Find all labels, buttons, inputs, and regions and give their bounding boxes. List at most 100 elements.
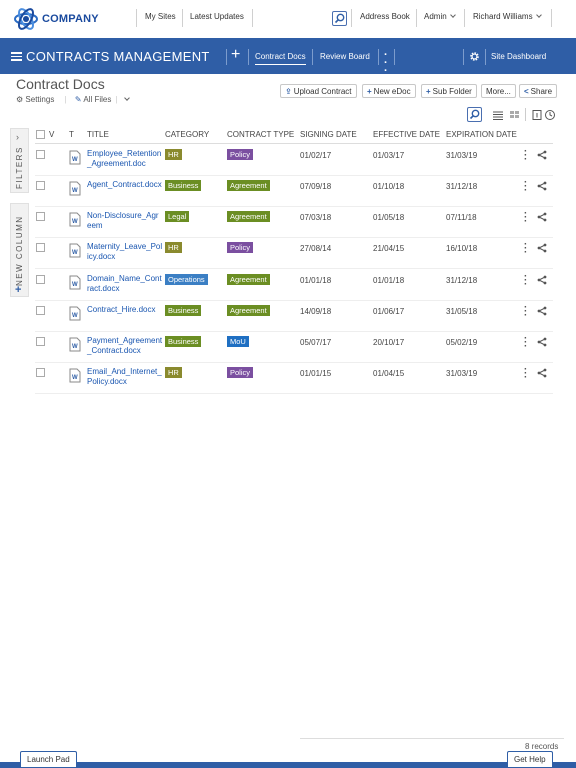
- sub-folder-button[interactable]: + Sub Folder: [421, 84, 477, 98]
- table-row[interactable]: W Agent_Contract.docx Business Agreement…: [35, 176, 553, 207]
- admin-menu[interactable]: Admin: [424, 12, 456, 21]
- column-header-category[interactable]: CATEGORY: [165, 130, 209, 139]
- row-checkbox[interactable]: [36, 337, 45, 346]
- gear-icon[interactable]: [469, 51, 480, 62]
- global-search-button[interactable]: [332, 11, 347, 26]
- top-header: COMPANY My Sites Latest Updates Address …: [0, 0, 576, 37]
- share-icon[interactable]: [537, 368, 547, 378]
- share-icon[interactable]: [537, 181, 547, 191]
- view-label: All Files: [83, 95, 112, 104]
- row-menu-icon[interactable]: · · ·: [524, 178, 528, 196]
- nav-latest-updates[interactable]: Latest Updates: [190, 12, 244, 21]
- view-selector[interactable]: ✎ All Files |: [75, 95, 131, 104]
- table-row[interactable]: W Domain_Name_Contract.docx Operations A…: [35, 270, 553, 301]
- row-checkbox[interactable]: [36, 243, 45, 252]
- row-checkbox[interactable]: [36, 275, 45, 284]
- share-icon[interactable]: [537, 306, 547, 316]
- document-title-link[interactable]: Payment_Agreement_Contract.docx: [87, 336, 163, 356]
- signing-date: 27/08/14: [300, 244, 332, 253]
- new-column-toggle[interactable]: NEW COLUMN +: [10, 203, 29, 297]
- document-title-link[interactable]: Maternity_Leave_Policy.docx: [87, 242, 163, 262]
- row-checkbox[interactable]: [36, 368, 45, 377]
- row-checkbox[interactable]: [36, 306, 45, 315]
- list-search-button[interactable]: [467, 107, 482, 122]
- add-icon[interactable]: +: [231, 47, 240, 63]
- expiration-date: 31/05/18: [446, 307, 478, 316]
- row-menu-icon[interactable]: · · ·: [524, 365, 528, 383]
- share-button[interactable]: < Share: [519, 84, 558, 98]
- new-edoc-button[interactable]: + New eDoc: [362, 84, 416, 98]
- effective-date: 01/04/15: [373, 369, 405, 378]
- contract-type-badge: Agreement: [227, 274, 270, 285]
- share-icon[interactable]: [537, 243, 547, 253]
- column-header-effective-date[interactable]: EFFECTIVE DATE: [373, 130, 440, 139]
- divider: [248, 49, 249, 65]
- column-header-title[interactable]: TITLE: [87, 130, 109, 139]
- table-row[interactable]: W Maternity_Leave_Policy.docx HR Policy …: [35, 238, 553, 269]
- admin-label: Admin: [424, 12, 447, 21]
- menu-icon[interactable]: [11, 52, 22, 61]
- details-pane-icon[interactable]: [531, 109, 543, 121]
- row-menu-icon[interactable]: · · ·: [524, 272, 528, 290]
- tab-contract-docs[interactable]: Contract Docs: [255, 52, 306, 65]
- plus-icon: +: [426, 87, 431, 96]
- document-title-link[interactable]: Contract_Hire.docx: [87, 305, 163, 315]
- column-header-expiration-date[interactable]: EXPIRATION DATE: [446, 130, 517, 139]
- divider: [463, 49, 464, 65]
- nav-address-book[interactable]: Address Book: [360, 12, 410, 21]
- company-logo-icon[interactable]: [13, 6, 39, 32]
- document-title-link[interactable]: Domain_Name_Contract.docx: [87, 274, 163, 294]
- row-menu-icon[interactable]: · · ·: [524, 147, 528, 165]
- row-checkbox[interactable]: [36, 212, 45, 221]
- tab-review-board[interactable]: Review Board: [320, 52, 370, 61]
- column-header-type[interactable]: T: [69, 130, 74, 139]
- history-icon[interactable]: [544, 109, 556, 121]
- document-title-link[interactable]: Agent_Contract.docx: [87, 180, 163, 190]
- site-dashboard-link[interactable]: Site Dashboard: [491, 52, 546, 61]
- table-row[interactable]: W Employee_Retention_Agreement.doc HR Po…: [35, 145, 553, 176]
- effective-date: 01/10/18: [373, 182, 405, 191]
- filters-panel-toggle[interactable]: › FILTERS: [10, 128, 29, 193]
- table-row[interactable]: W Payment_Agreement_Contract.docx Busine…: [35, 332, 553, 363]
- more-button[interactable]: More...: [481, 84, 516, 98]
- nav-my-sites[interactable]: My Sites: [145, 12, 176, 21]
- table-row[interactable]: W Contract_Hire.docx Business Agreement …: [35, 301, 553, 332]
- column-header-v[interactable]: V: [49, 130, 54, 139]
- column-header-contract-type[interactable]: CONTRACT TYPE: [227, 130, 294, 139]
- share-icon[interactable]: [537, 150, 547, 160]
- new-edoc-label: New eDoc: [373, 87, 411, 96]
- row-checkbox[interactable]: [36, 150, 45, 159]
- document-title-link[interactable]: Employee_Retention_Agreement.doc: [87, 149, 163, 169]
- share-icon[interactable]: [537, 212, 547, 222]
- table-row[interactable]: W Email_And_Internet_Policy.docx HR Poli…: [35, 363, 553, 394]
- table-row[interactable]: W Non-Disclosure_Agreem Legal Agreement …: [35, 207, 553, 238]
- grid-view-icon[interactable]: [509, 109, 521, 121]
- row-menu-icon[interactable]: · · ·: [524, 240, 528, 258]
- document-title-link[interactable]: Email_And_Internet_Policy.docx: [87, 367, 163, 387]
- effective-date: 20/10/17: [373, 338, 405, 347]
- document-title-link[interactable]: Non-Disclosure_Agreem: [87, 211, 163, 231]
- row-menu-icon[interactable]: · · ·: [524, 303, 528, 321]
- get-help-button[interactable]: Get Help: [507, 751, 553, 767]
- more-vertical-icon[interactable]: · · ·: [384, 50, 388, 77]
- row-checkbox[interactable]: [36, 181, 45, 190]
- settings-link[interactable]: ⚙ Settings: [16, 95, 54, 104]
- launch-pad-button[interactable]: Launch Pad: [20, 751, 77, 767]
- company-name: COMPANY: [42, 13, 99, 25]
- row-menu-icon[interactable]: · · ·: [524, 334, 528, 352]
- chevron-right-icon: ›: [16, 132, 19, 142]
- share-icon[interactable]: [537, 337, 547, 347]
- upload-contract-button[interactable]: ⇪ Upload Contract: [280, 84, 357, 98]
- word-doc-icon: W: [69, 212, 81, 227]
- user-menu[interactable]: Richard Williams: [473, 12, 542, 21]
- divider: [485, 49, 486, 65]
- share-icon[interactable]: [537, 275, 547, 285]
- list-view-icon[interactable]: [492, 109, 504, 121]
- bottom-bar: [0, 762, 576, 768]
- select-all-checkbox[interactable]: [36, 130, 45, 139]
- svg-text:W: W: [72, 282, 78, 288]
- row-menu-icon[interactable]: · · ·: [524, 209, 528, 227]
- contract-type-badge: Agreement: [227, 211, 270, 222]
- column-header-signing-date[interactable]: SIGNING DATE: [300, 130, 357, 139]
- svg-text:W: W: [72, 344, 78, 350]
